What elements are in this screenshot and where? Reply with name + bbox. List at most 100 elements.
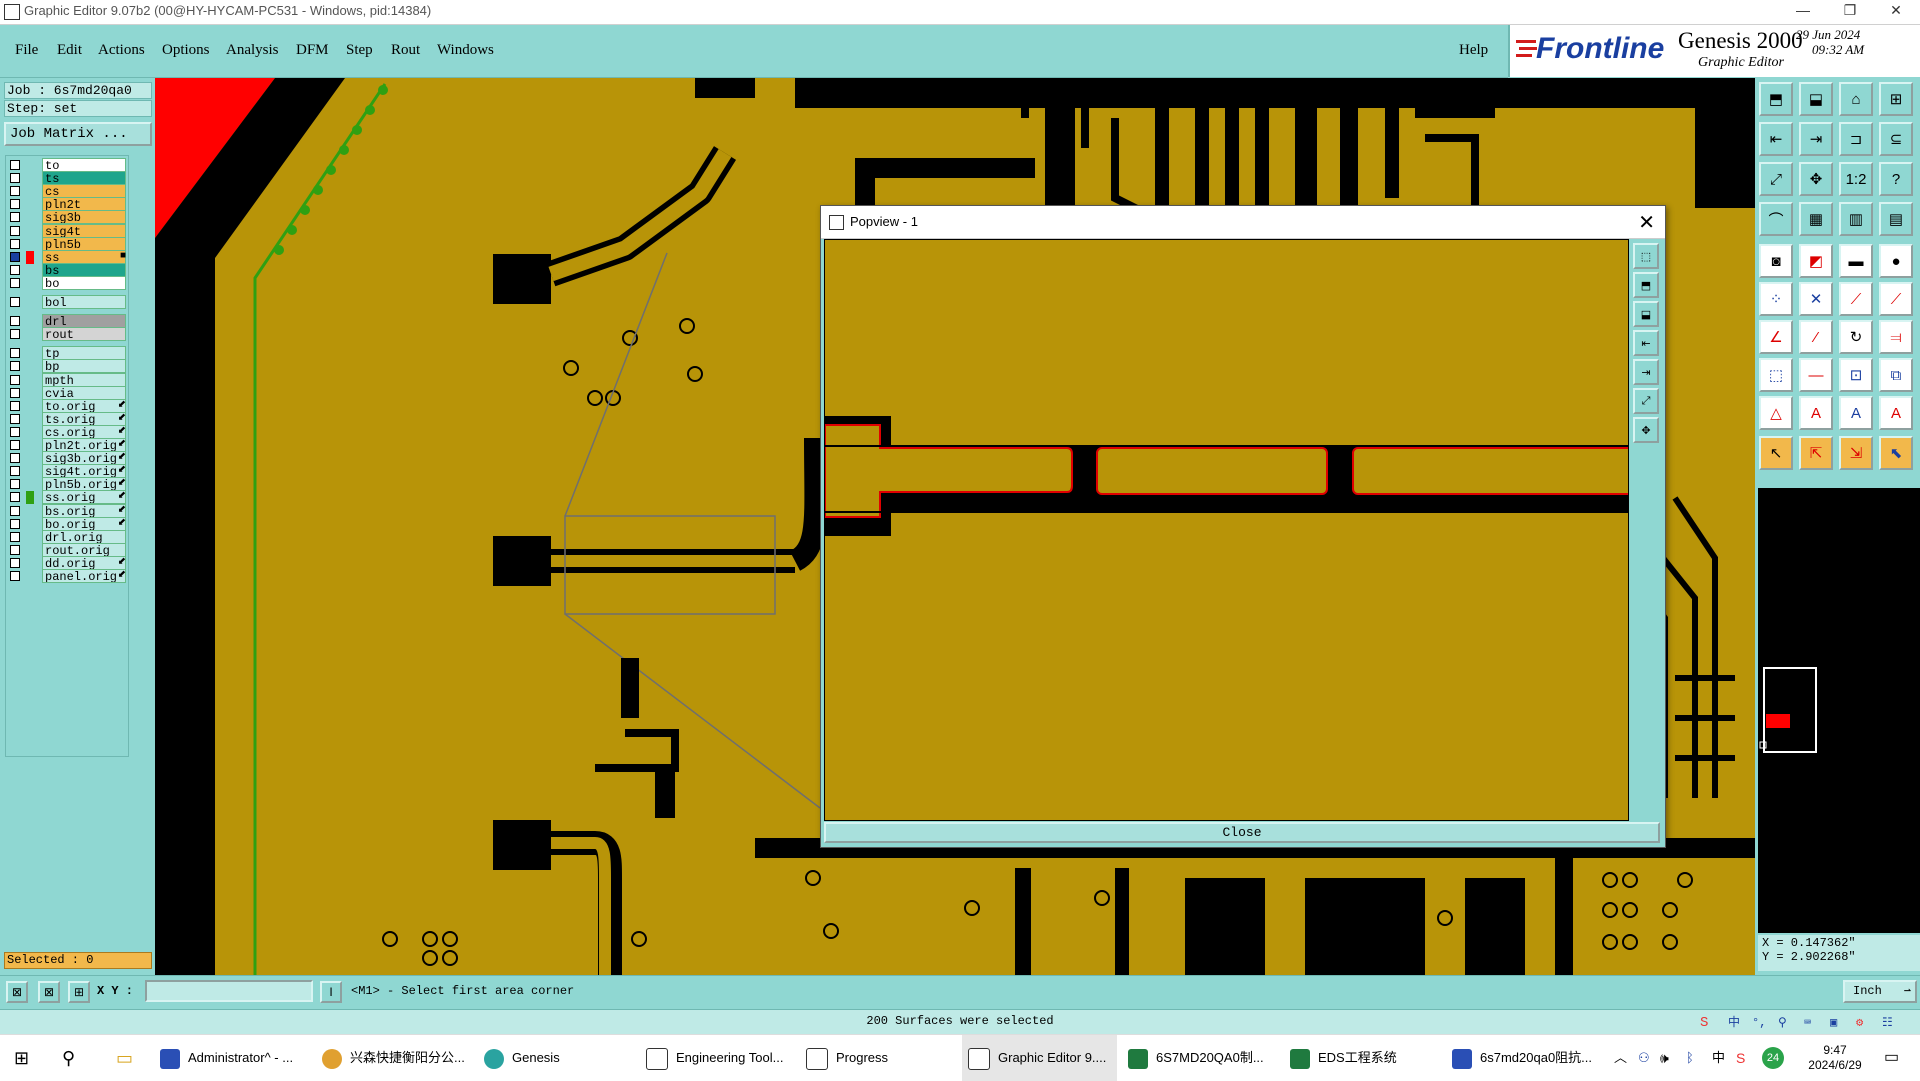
line-node-icon[interactable]: ⟋ <box>1839 282 1873 316</box>
layer-name[interactable]: ts.orig <box>42 411 126 426</box>
layer-row[interactable]: rout <box>6 327 128 342</box>
pan-right-icon[interactable]: ⇥ <box>1799 122 1833 156</box>
file-explorer-icon[interactable]: ▭ <box>116 1035 133 1081</box>
ime-menu-icon[interactable]: ☷ <box>1882 1012 1893 1034</box>
layer-name[interactable]: sig4t <box>42 223 126 238</box>
circle-pad-icon[interactable]: ● <box>1879 244 1913 278</box>
layer-name[interactable]: bs.orig <box>42 503 126 518</box>
popview-zoom-in-icon[interactable]: ⬒ <box>1633 272 1659 298</box>
layer-color-swatch[interactable] <box>26 211 34 225</box>
xy-input[interactable] <box>145 980 313 1002</box>
text-a-icon[interactable]: A <box>1799 396 1833 430</box>
taskbar-app-genesis[interactable]: Genesis <box>484 1035 634 1081</box>
fanout-icon[interactable]: ⫤ <box>1879 320 1913 354</box>
text-a2-icon[interactable]: A <box>1839 396 1873 430</box>
layer-color-swatch[interactable] <box>26 425 34 439</box>
ratio-icon[interactable]: 1:2 <box>1839 162 1873 196</box>
restore-button[interactable]: ❐ <box>1830 2 1870 19</box>
menu-edit[interactable]: Edit <box>57 42 82 59</box>
layers-edit-icon[interactable]: ▤ <box>1879 202 1913 236</box>
tray-app-icon[interactable]: ⚇ <box>1638 1035 1650 1081</box>
layer-checkbox[interactable] <box>10 479 20 490</box>
layer-checkbox[interactable] <box>10 440 20 450</box>
layer-name[interactable]: sig3b <box>42 210 126 225</box>
menu-dfm[interactable]: DFM <box>296 42 329 59</box>
taskbar-app-progress[interactable]: Progress <box>806 1035 956 1081</box>
info-icon[interactable]: I <box>320 981 342 1003</box>
popview-zoom-box-icon[interactable]: ⤢ <box>1633 388 1659 414</box>
layer-checkbox[interactable] <box>10 348 20 359</box>
layer-color-swatch[interactable] <box>26 465 34 479</box>
layer-name[interactable]: mpth <box>42 372 126 387</box>
layer-checkbox[interactable] <box>10 251 20 262</box>
snap-grid-icon[interactable]: ⊠ <box>6 981 28 1003</box>
layer-checkbox[interactable] <box>10 544 20 555</box>
layer-name[interactable]: panel.orig <box>42 569 126 583</box>
zoom-center-icon[interactable]: ✥ <box>1799 162 1833 196</box>
taskbar-app-doc[interactable]: 6s7md20qa0阻抗... <box>1452 1035 1602 1081</box>
layer-checkbox[interactable] <box>10 361 20 372</box>
bluetooth-icon[interactable]: ᛒ <box>1686 1035 1694 1081</box>
menu-file[interactable]: File <box>15 42 38 59</box>
popview-zoom-out-icon[interactable]: ⬓ <box>1633 301 1659 327</box>
layer-checkbox[interactable] <box>10 413 20 424</box>
ime-indicator[interactable]: 中 <box>1712 1035 1725 1081</box>
layer-color-swatch[interactable] <box>26 570 34 583</box>
layer-color-swatch[interactable] <box>26 543 34 557</box>
layer-checkbox[interactable] <box>10 505 20 516</box>
layers-icon[interactable]: ▥ <box>1839 202 1873 236</box>
layer-name[interactable]: bs <box>42 262 126 277</box>
layer-name[interactable]: cvia <box>42 385 126 400</box>
taskbar-app-graphic-editor[interactable]: Graphic Editor 9.... <box>962 1035 1117 1081</box>
menu-options[interactable]: Options <box>162 42 210 59</box>
taskbar-app-administrator[interactable]: Administrator^ - ... <box>160 1035 310 1081</box>
layer-name[interactable]: pln5b <box>42 236 126 251</box>
layer-color-swatch[interactable] <box>26 504 34 518</box>
layer-name[interactable]: pln2t.orig <box>42 438 126 452</box>
start-button[interactable]: ⊞ <box>14 1035 29 1081</box>
layer-name[interactable]: cs <box>42 184 126 199</box>
layer-name[interactable]: to <box>42 158 126 172</box>
layer-checkbox[interactable] <box>10 329 20 340</box>
mirror-icon[interactable]: ⊐ <box>1839 122 1873 156</box>
taskbar-app-excel[interactable]: 6S7MD20QA0制... <box>1128 1035 1278 1081</box>
text-a3-icon[interactable]: A <box>1879 396 1913 430</box>
layer-name[interactable]: bo.orig <box>42 516 126 531</box>
select-multi-icon[interactable]: ⬉ <box>1879 436 1913 470</box>
dimension-icon[interactable]: ⊡ <box>1839 358 1873 392</box>
popview-canvas[interactable] <box>824 239 1629 821</box>
layer-color-swatch[interactable] <box>26 159 34 172</box>
layer-checkbox[interactable] <box>10 199 20 210</box>
notification-center-icon[interactable]: ▭ <box>1884 1035 1899 1081</box>
layer-color-swatch[interactable] <box>26 237 34 251</box>
popview-close-button[interactable]: Close <box>824 822 1660 843</box>
popview-zoom-layout[interactable] <box>825 240 1628 820</box>
layer-checkbox[interactable] <box>10 466 20 477</box>
layer-name[interactable]: drl <box>42 314 126 329</box>
zoom-in-icon[interactable]: ⬓ <box>1799 82 1833 116</box>
layer-checkbox[interactable] <box>10 186 20 197</box>
minimize-button[interactable]: — <box>1783 2 1823 18</box>
layer-checkbox[interactable] <box>10 492 20 503</box>
layer-color-swatch[interactable] <box>26 556 34 570</box>
layer-color-swatch[interactable] <box>26 530 34 544</box>
menu-step[interactable]: Step <box>346 42 373 59</box>
layer-row[interactable]: bo <box>6 275 128 291</box>
layer-checkbox[interactable] <box>10 225 20 236</box>
layer-name[interactable]: to.orig <box>42 398 126 413</box>
layer-color-swatch[interactable] <box>26 386 34 400</box>
ime-toolbar-icon[interactable]: S <box>1700 1012 1708 1034</box>
shapes-icon[interactable]: ⧉ <box>1879 358 1913 392</box>
layer-color-swatch[interactable] <box>26 373 34 387</box>
layer-color-swatch[interactable] <box>26 224 34 238</box>
ime-settings-icon[interactable]: ⚙ <box>1856 1012 1863 1034</box>
layer-color-swatch[interactable] <box>26 412 34 426</box>
layer-name[interactable]: sig4t.orig <box>42 464 126 479</box>
layer-color-swatch[interactable] <box>26 328 34 342</box>
job-matrix-button[interactable]: Job Matrix ... <box>4 122 152 146</box>
layer-color-swatch[interactable] <box>26 250 34 264</box>
zoom-fit-icon[interactable]: ⤢ <box>1759 162 1793 196</box>
angle-line-icon[interactable]: ∠ <box>1759 320 1793 354</box>
layer-color-swatch[interactable] <box>26 276 34 290</box>
select-net-icon[interactable]: ⇲ <box>1839 436 1873 470</box>
